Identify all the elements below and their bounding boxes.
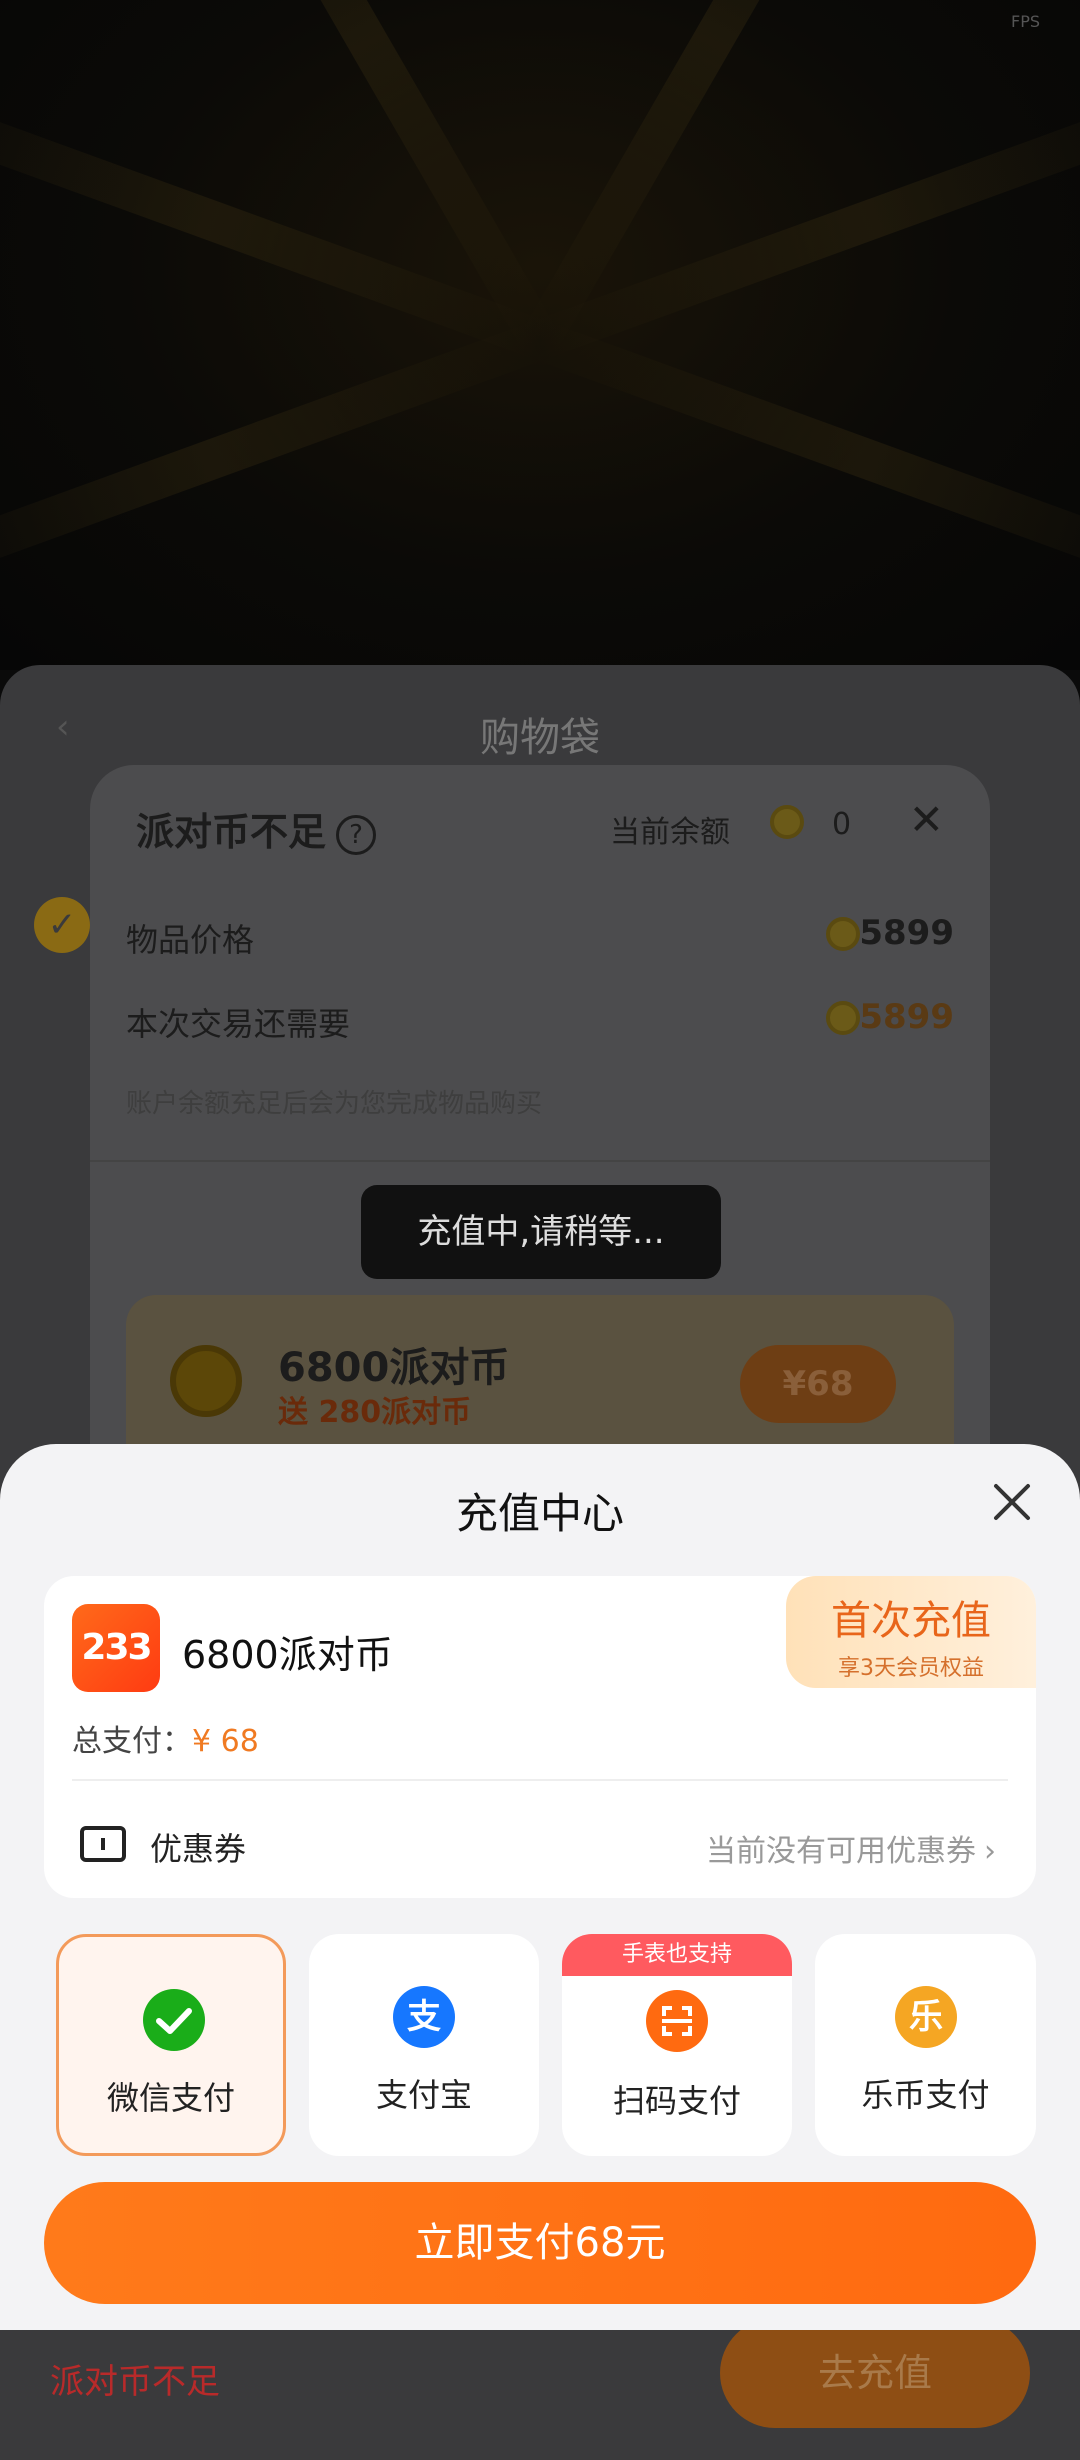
fps-counter: FPS bbox=[1010, 12, 1040, 31]
coin-icon bbox=[826, 1001, 860, 1035]
recharge-center-sheet: 充值中心 233 6800派对币 首次充值 享3天会员权益 总支付：¥ 68 优… bbox=[0, 1444, 1080, 2330]
payment-method-label: 扫码支付 bbox=[612, 2082, 741, 2120]
package-name: 6800派对币 bbox=[278, 1345, 510, 1391]
payment-method-wechat[interactable]: 微信支付 bbox=[56, 1934, 286, 2156]
alipay-icon: 支 bbox=[393, 1986, 455, 2048]
payment-method-label: 乐币支付 bbox=[861, 2076, 990, 2114]
need-label: 本次交易还需要 bbox=[126, 1005, 351, 1043]
item-check-icon[interactable]: ✓ bbox=[34, 897, 90, 953]
coin-icon bbox=[170, 1345, 242, 1417]
sheet-title: 充值中心 bbox=[455, 1489, 624, 1538]
balance-value: 0 bbox=[832, 807, 852, 842]
app-logo: 233 bbox=[72, 1604, 160, 1692]
total-value: ¥ 68 bbox=[192, 1724, 259, 1759]
coupon-icon bbox=[80, 1826, 126, 1862]
pay-now-button[interactable]: 立即支付68元 bbox=[44, 2182, 1036, 2304]
lebi-icon: 乐 bbox=[895, 1986, 957, 2048]
divider bbox=[90, 1160, 990, 1162]
popup-close-icon[interactable]: ✕ bbox=[909, 795, 944, 844]
game-background: FPS bbox=[0, 0, 1080, 670]
watch-support-tag: 手表也支持 bbox=[562, 1934, 792, 1976]
payment-method-label: 微信支付 bbox=[106, 2079, 235, 2117]
divider bbox=[72, 1779, 1008, 1781]
package-price-button[interactable]: ¥68 bbox=[740, 1345, 896, 1423]
first-recharge-badge: 首次充值 享3天会员权益 bbox=[786, 1576, 1036, 1688]
insufficient-text: 派对币不足 bbox=[50, 2362, 220, 2402]
recharging-toast: 充值中,请稍等... bbox=[361, 1185, 721, 1279]
coin-icon bbox=[826, 917, 860, 951]
close-icon[interactable] bbox=[988, 1478, 1036, 1526]
payment-method-alipay[interactable]: 支 支付宝 bbox=[309, 1934, 539, 2156]
order-card: 233 6800派对币 首次充值 享3天会员权益 总支付：¥ 68 优惠券 当前… bbox=[44, 1576, 1036, 1898]
bag-title: 购物袋 bbox=[480, 715, 600, 761]
scan-pay-icon bbox=[646, 1990, 708, 2052]
product-name: 6800派对币 bbox=[182, 1633, 393, 1677]
chevron-right-icon: › bbox=[984, 1834, 996, 1869]
payment-method-scan[interactable]: 手表也支持 扫码支付 bbox=[562, 1934, 792, 2156]
item-price-label: 物品价格 bbox=[126, 921, 255, 959]
help-icon[interactable]: ? bbox=[336, 814, 377, 855]
coupon-label: 优惠券 bbox=[150, 1830, 247, 1868]
first-recharge-title: 首次充值 bbox=[831, 1598, 991, 1644]
total-label: 总支付： bbox=[72, 1724, 192, 1759]
item-price-value: 5899 bbox=[859, 913, 954, 953]
package-bonus: 送 280派对币 bbox=[278, 1395, 472, 1430]
first-recharge-subtitle: 享3天会员权益 bbox=[838, 1656, 984, 1681]
payment-method-lebi[interactable]: 乐 乐币支付 bbox=[815, 1934, 1036, 2156]
go-recharge-button[interactable]: 去充值 bbox=[720, 2318, 1030, 2428]
balance-label: 当前余额 bbox=[610, 815, 730, 850]
coupon-selector[interactable]: 当前没有可用优惠券 › bbox=[706, 1826, 996, 1870]
need-value: 5899 bbox=[859, 997, 954, 1037]
payment-methods: 微信支付 支 支付宝 手表也支持 扫码支付 乐 乐币支付 bbox=[56, 1934, 1036, 2159]
popup-hint: 账户余额充足后会为您完成物品购买 bbox=[126, 1089, 543, 1119]
insufficient-popup: 派对币不足? 当前余额 0 ✕ 物品价格 5899 本次交易还需要 5899 账… bbox=[90, 765, 990, 1505]
popup-title: 派对币不足? bbox=[136, 801, 377, 856]
coupon-status-text: 当前没有可用优惠券 bbox=[706, 1834, 976, 1869]
coin-icon bbox=[770, 805, 804, 839]
total-payment: 总支付：¥ 68 bbox=[72, 1716, 259, 1760]
payment-method-label: 支付宝 bbox=[375, 2076, 472, 2114]
wechat-pay-icon bbox=[143, 1989, 205, 2051]
bag-bottom-bar: 派对币不足 去充值 bbox=[0, 2318, 1080, 2460]
